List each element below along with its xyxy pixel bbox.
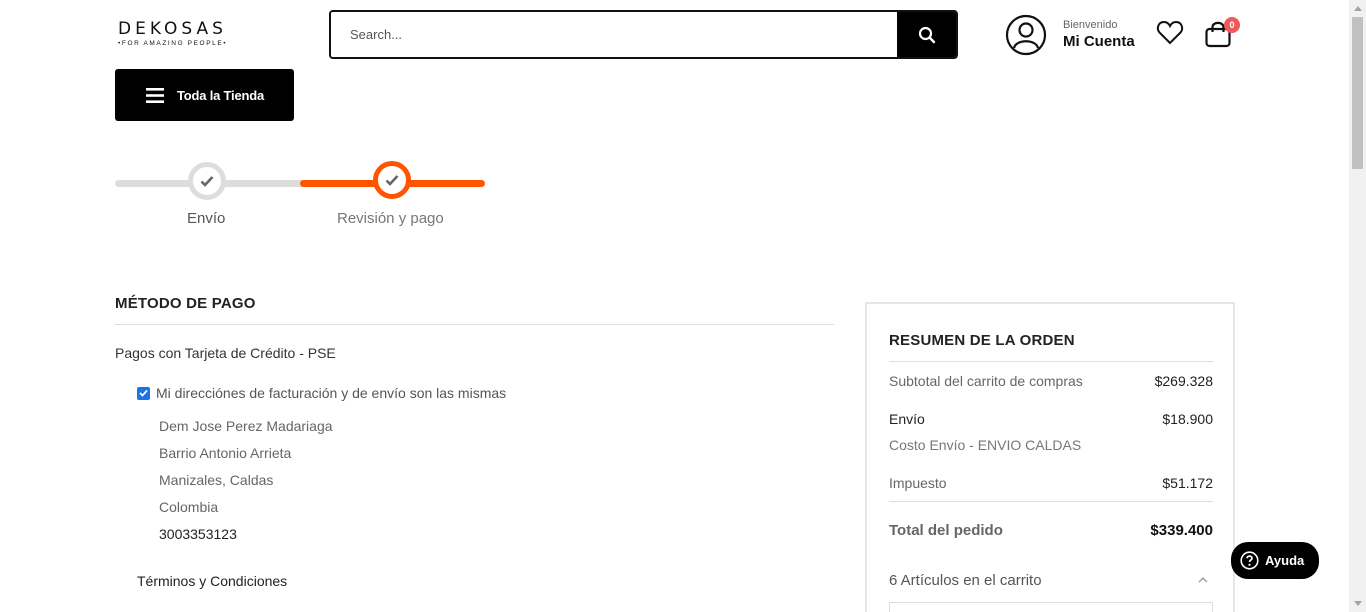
cart-items-list	[889, 602, 1213, 612]
same-address-label: Mi direcciónes de facturación y de envío…	[156, 385, 507, 401]
search-icon	[918, 26, 935, 43]
all-store-label: Toda la Tienda	[177, 87, 265, 103]
step-review-label: Revisión y pago	[337, 210, 444, 227]
same-address-checkbox-row[interactable]: Mi direcciónes de facturación y de envío…	[137, 385, 506, 401]
address-name: Dem Jose Perez Madariaga	[159, 418, 333, 434]
question-icon	[1240, 551, 1259, 570]
chevron-up-icon	[1198, 577, 1208, 583]
shipping-value: $18.900	[1162, 411, 1213, 427]
step-shipping[interactable]	[188, 162, 226, 200]
subtotal-label: Subtotal del carrito de compras	[889, 373, 1083, 389]
help-button[interactable]: Ayuda	[1231, 542, 1319, 579]
shipping-label: Envío	[889, 411, 925, 427]
wishlist-heart-icon[interactable]	[1156, 20, 1184, 46]
help-label: Ayuda	[1265, 553, 1305, 568]
shipping-method: Costo Envío - ENVIO CALDAS	[889, 437, 1082, 453]
shipping-row: Envío $18.900	[889, 411, 1213, 427]
address-city: Manizales, Caldas	[159, 472, 274, 488]
tax-label: Impuesto	[889, 475, 947, 491]
subtotal-row: Subtotal del carrito de compras $269.328	[889, 373, 1213, 389]
step-shipping-label[interactable]: Envío	[187, 210, 225, 227]
check-icon	[385, 175, 399, 186]
total-value: $339.400	[1150, 522, 1213, 539]
divider	[115, 324, 834, 325]
payment-method-title: MÉTODO DE PAGO	[115, 295, 256, 312]
same-address-checkbox[interactable]	[137, 386, 150, 400]
total-row: Total del pedido $339.400	[889, 522, 1213, 539]
step-review-payment	[373, 161, 411, 199]
divider	[889, 501, 1213, 502]
order-summary-panel: RESUMEN DE LA ORDEN Subtotal del carrito…	[865, 302, 1235, 612]
check-icon	[200, 176, 214, 187]
hamburger-menu-icon	[146, 87, 164, 103]
tax-value: $51.172	[1162, 475, 1213, 491]
divider	[889, 361, 1213, 362]
search-button[interactable]	[897, 12, 956, 57]
subtotal-value: $269.328	[1154, 373, 1213, 389]
logo-tagline: •FOR AMAZING PEOPLE•	[118, 40, 228, 47]
address-phone[interactable]: 3003353123	[159, 526, 237, 542]
search-input[interactable]	[331, 12, 897, 57]
address-country: Colombia	[159, 499, 219, 515]
logo-text: DEKOSAS	[118, 19, 227, 39]
scroll-up-arrow-icon[interactable]	[1349, 0, 1366, 17]
total-label: Total del pedido	[889, 522, 1003, 539]
search-bar	[329, 10, 958, 59]
cart-count-badge: 0	[1224, 17, 1240, 33]
cart-items-toggle[interactable]: 6 Artículos en el carrito	[889, 572, 1213, 589]
account-link[interactable]: Bienvenido Mi Cuenta	[1005, 14, 1135, 56]
user-icon	[1005, 14, 1047, 56]
account-label: Mi Cuenta	[1063, 33, 1135, 50]
page-scrollbar[interactable]	[1349, 0, 1366, 612]
all-store-button[interactable]: Toda la Tienda	[115, 69, 294, 121]
cart-items-label: 6 Artículos en el carrito	[889, 572, 1042, 589]
order-summary-title: RESUMEN DE LA ORDEN	[889, 332, 1075, 349]
welcome-text: Bienvenido	[1063, 19, 1118, 31]
scrollbar-thumb[interactable]	[1352, 17, 1363, 169]
checkmark-icon	[139, 389, 148, 397]
logo[interactable]: DEKOSAS •FOR AMAZING PEOPLE•	[118, 20, 234, 47]
scroll-down-arrow-icon[interactable]	[1349, 595, 1366, 612]
address-street: Barrio Antonio Arrieta	[159, 445, 292, 461]
terms-conditions-link[interactable]: Términos y Condiciones	[137, 573, 287, 589]
payment-method-option[interactable]: Pagos con Tarjeta de Crédito - PSE	[115, 345, 336, 361]
tax-row: Impuesto $51.172	[889, 475, 1213, 491]
